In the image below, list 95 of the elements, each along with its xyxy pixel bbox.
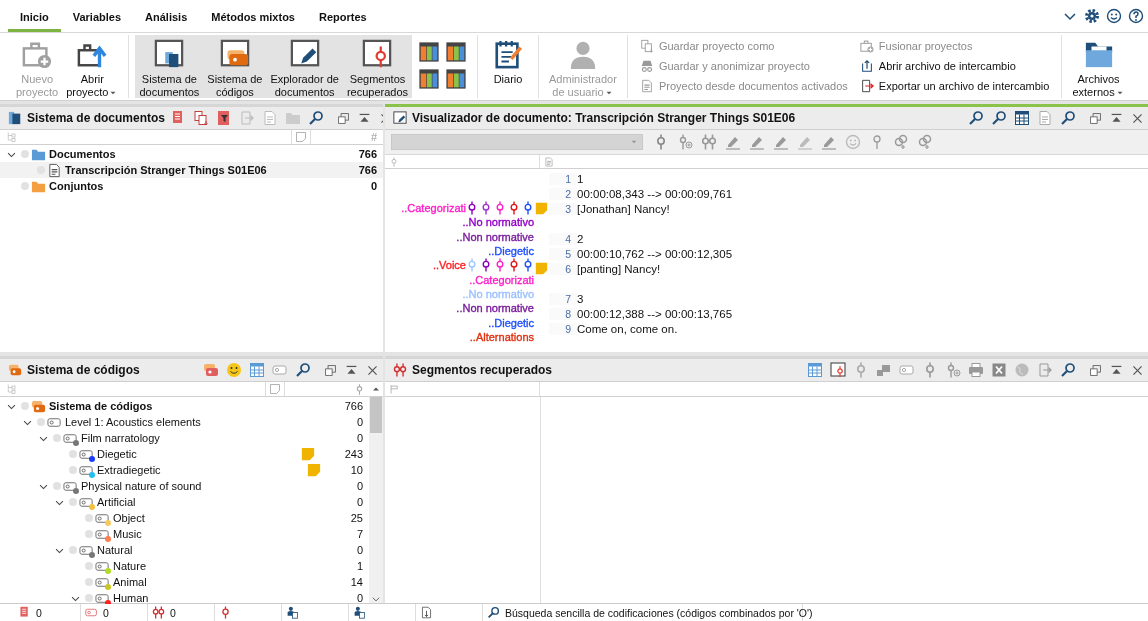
count: 766 bbox=[344, 400, 363, 412]
journal-button[interactable]: Diario bbox=[484, 35, 533, 98]
export-exchange-button[interactable]: Exportar un archivo de intercambio bbox=[859, 79, 1050, 93]
transcript-line: 1 bbox=[577, 172, 584, 185]
tree-row[interactable]: Object 25 bbox=[0, 510, 369, 526]
tree-row[interactable]: Conjuntos 0 bbox=[0, 178, 383, 194]
code-label[interactable]: ..Diegetic bbox=[488, 316, 534, 329]
tree-label: Physical nature of sound bbox=[81, 480, 203, 492]
tree-row[interactable]: Sistema de códigos 766 bbox=[0, 398, 369, 414]
column-header: # bbox=[369, 131, 378, 143]
code-system-button[interactable]: Sistema de códigos bbox=[203, 35, 267, 98]
tree-row[interactable]: Nature 1 bbox=[0, 558, 369, 574]
count: 10 bbox=[350, 464, 363, 476]
count: 25 bbox=[350, 512, 363, 524]
panel-title: Sistema de códigos bbox=[27, 363, 140, 377]
external-files-button[interactable]: Archivos externos bbox=[1068, 35, 1129, 98]
status-count: 0 bbox=[103, 606, 109, 619]
ribbon-tab[interactable]: Variables bbox=[60, 5, 134, 32]
panel-title: Segmentos recuperados bbox=[412, 363, 553, 377]
tree-row[interactable]: Animal 14 bbox=[0, 574, 369, 590]
tree-label: Sistema de códigos bbox=[49, 400, 154, 412]
line-number: 8 bbox=[549, 307, 577, 320]
open-project-button[interactable]: Abrir proyecto bbox=[62, 35, 123, 98]
count: 0 bbox=[356, 496, 363, 508]
tree-label: Natural bbox=[97, 544, 134, 556]
ribbon-tab[interactable]: Análisis bbox=[133, 5, 200, 32]
transcript-line: 3 bbox=[577, 292, 584, 305]
count: 766 bbox=[358, 164, 377, 176]
tree-label: Animal bbox=[113, 576, 148, 588]
document-browser-button[interactable]: Explorador de documentos bbox=[266, 35, 343, 98]
code-label[interactable]: ..No normativo bbox=[462, 216, 534, 229]
line-number: 1 bbox=[549, 172, 577, 185]
tree-row[interactable]: Diegetic 243 bbox=[0, 446, 369, 462]
tree-row[interactable]: Physical nature of sound 0 bbox=[0, 478, 369, 494]
ribbon-tab[interactable]: Reportes bbox=[307, 5, 379, 32]
tree-label: Transcripción Stranger Things S01E06 bbox=[65, 164, 268, 176]
line-number: 7 bbox=[549, 292, 577, 305]
tree-label: Music bbox=[113, 528, 143, 540]
tree-label: Conjuntos bbox=[49, 180, 105, 192]
count: 14 bbox=[350, 576, 363, 588]
count: 0 bbox=[356, 432, 363, 444]
transcript-line: 00:00:12,388 --> 00:00:13,765 bbox=[577, 307, 733, 320]
tree-row[interactable]: Extradiegetic 10 bbox=[0, 462, 369, 478]
ribbon-tab[interactable]: Métodos mixtos bbox=[199, 5, 307, 32]
ribbon-tab[interactable]: Inicio bbox=[8, 5, 61, 32]
count: 1 bbox=[356, 560, 363, 572]
transcript-line: 00:00:08,343 --> 00:00:09,761 bbox=[577, 187, 733, 200]
document-system-button[interactable]: Sistema de documentos bbox=[135, 35, 204, 98]
transcript-line: [panting] Nancy! bbox=[577, 262, 661, 275]
count: 243 bbox=[344, 448, 363, 460]
tree-row[interactable]: Natural 0 bbox=[0, 542, 369, 558]
count: 0 bbox=[356, 416, 363, 428]
code-label[interactable]: ..Diegetic bbox=[488, 245, 534, 258]
tree-label: Human bbox=[113, 592, 150, 604]
count: 0 bbox=[370, 180, 377, 192]
tree-label: Nature bbox=[113, 560, 148, 572]
transcript-line: Come on, come on. bbox=[577, 322, 678, 335]
tree-row[interactable]: Transcripción Stranger Things S01E06 766 bbox=[0, 162, 383, 178]
count: 0 bbox=[356, 592, 363, 604]
line-number: 6 bbox=[549, 262, 577, 275]
tree-row[interactable]: Film narratology 0 bbox=[0, 430, 369, 446]
transcript-line: 2 bbox=[577, 232, 584, 245]
tree-label: Film narratology bbox=[81, 432, 161, 444]
tree-label: Artificial bbox=[97, 496, 137, 508]
tree-row[interactable]: Documentos 766 bbox=[0, 146, 383, 162]
tree-label: Diegetic bbox=[97, 448, 138, 460]
open-exchange-button[interactable]: Abrir archivo de intercambio bbox=[859, 59, 1050, 73]
status-count: 0 bbox=[170, 606, 176, 619]
retrieved-segments-button[interactable]: Segmentos recuperados bbox=[342, 35, 413, 98]
status-message: Búsqueda sencilla de codificaciones (códigos combinados por 'O') bbox=[505, 606, 813, 619]
tree-row[interactable]: Level 1: Acoustics elements 0 bbox=[0, 414, 369, 430]
transcript-line: [Jonathan] Nancy! bbox=[577, 202, 670, 215]
count: 766 bbox=[358, 148, 377, 160]
line-number: 2 bbox=[549, 187, 577, 200]
count: 0 bbox=[356, 480, 363, 492]
tree-row[interactable]: Music 7 bbox=[0, 526, 369, 542]
line-number: 3 bbox=[549, 202, 577, 215]
code-label[interactable]: ..Non normative bbox=[456, 230, 534, 243]
count: 7 bbox=[356, 528, 363, 540]
code-label[interactable]: ..Voice bbox=[432, 259, 466, 272]
transcript-line: 00:00:10,762 --> 00:00:12,305 bbox=[577, 247, 733, 260]
count: 0 bbox=[356, 544, 363, 556]
line-number: 9 bbox=[549, 322, 577, 335]
code-label[interactable]: ..Non normative bbox=[456, 302, 534, 315]
status-count: 0 bbox=[36, 606, 42, 619]
tree-label: Object bbox=[113, 512, 146, 524]
tree-label: Level 1: Acoustics elements bbox=[65, 416, 202, 428]
tree-row[interactable]: Artificial 0 bbox=[0, 494, 369, 510]
line-number: 4 bbox=[549, 232, 577, 245]
panel-title: Visualizador de documento: Transcripción Stranger Things S01E06 bbox=[412, 111, 796, 125]
code-label[interactable]: ..Alternations bbox=[469, 330, 534, 343]
tree-label: Documentos bbox=[49, 148, 117, 160]
line-number: 5 bbox=[549, 247, 577, 260]
tree-label: Extradiegetic bbox=[97, 464, 162, 476]
panel-title: Sistema de documentos bbox=[27, 111, 166, 125]
